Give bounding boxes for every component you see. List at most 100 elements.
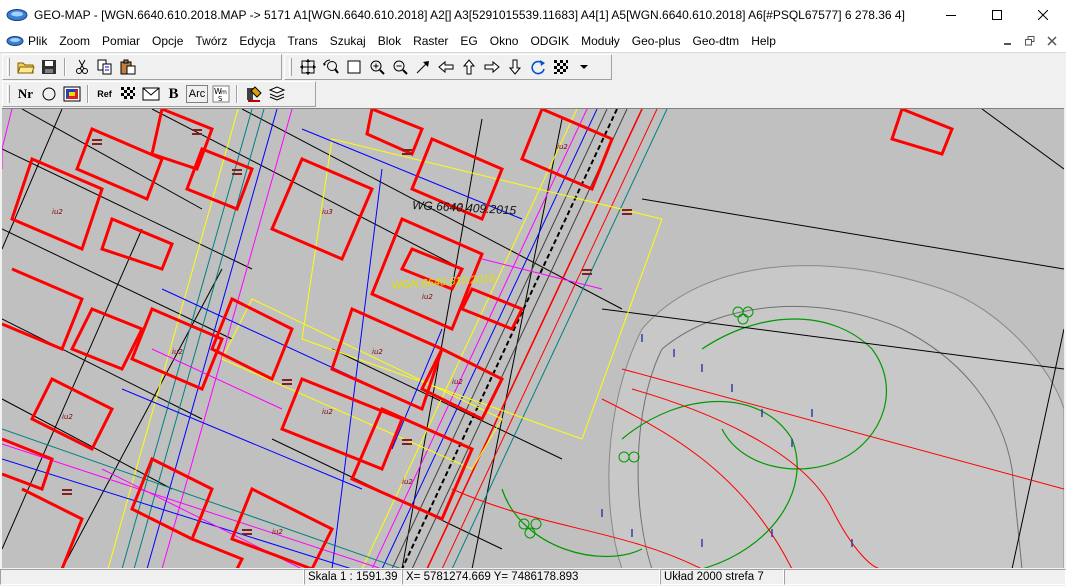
view-toolbar	[284, 54, 612, 80]
toolbar-area: Nr Ref B Arc WmS	[0, 52, 1066, 108]
status-bar: Skala 1 : 1591.39 X= 5781274.669 Y= 7486…	[0, 568, 1066, 586]
dropdown-arrow-icon	[579, 65, 588, 69]
copy-button[interactable]	[93, 56, 116, 78]
zoom-extent-button[interactable]	[296, 56, 319, 78]
status-coordinates: X= 5781274.669 Y= 7486178.893	[402, 569, 660, 585]
menu-blok[interactable]: Blok	[372, 30, 407, 52]
zoom-in-icon	[370, 60, 385, 75]
close-icon	[1047, 36, 1057, 46]
layers-button[interactable]	[265, 83, 288, 105]
menu-tworz[interactable]: Twórz	[189, 30, 233, 52]
menu-geo-plus[interactable]: Geo-plus	[626, 30, 687, 52]
save-icon	[41, 60, 56, 74]
envelope-button[interactable]	[139, 83, 162, 105]
svg-text:S: S	[218, 95, 223, 103]
svg-text:iu2: iu2	[272, 528, 283, 536]
envelope-icon	[142, 87, 159, 101]
menu-pomiar[interactable]: Pomiar	[96, 30, 146, 52]
open-folder-icon	[16, 62, 35, 74]
menu-okno[interactable]: Okno	[484, 30, 525, 52]
title-bar: GEO-MAP - [WGN.6640.610.2018.MAP -> 5171…	[0, 0, 1066, 30]
menu-bar: Plik Zoom Pomiar Opcje Twórz Edycja Tran…	[0, 30, 1066, 52]
close-button[interactable]	[1020, 0, 1066, 30]
menu-help[interactable]: Help	[745, 30, 782, 52]
menu-geo-dtm[interactable]: Geo-dtm	[687, 30, 746, 52]
cut-button[interactable]	[70, 56, 93, 78]
pan-down-button[interactable]	[503, 56, 526, 78]
redraw-button[interactable]	[526, 56, 549, 78]
pan-left-button[interactable]	[434, 56, 457, 78]
redraw-icon	[530, 60, 545, 75]
pan-down-icon	[508, 59, 521, 75]
svg-text:iu2: iu2	[172, 348, 183, 356]
status-extra	[784, 569, 1066, 585]
map-label-2: WGN.6640.610.2018	[391, 273, 496, 292]
menu-edycja[interactable]: Edycja	[233, 30, 281, 52]
zoom-extent-icon	[299, 59, 316, 75]
menu-moduly[interactable]: Moduły	[575, 30, 626, 52]
status-scale: Skala 1 : 1591.39	[304, 569, 402, 585]
pan-up-icon	[462, 59, 475, 75]
pan-up-button[interactable]	[457, 56, 480, 78]
minimize-button[interactable]	[928, 0, 974, 30]
park-area	[608, 265, 1064, 568]
arc-button[interactable]: Arc	[186, 85, 208, 103]
svg-text:iu3: iu3	[322, 208, 333, 216]
toolbar-grip[interactable]	[7, 85, 10, 103]
save-button[interactable]	[37, 56, 60, 78]
toolbar-grip[interactable]	[7, 58, 10, 76]
paste-button[interactable]	[116, 56, 139, 78]
pattern-icon	[553, 60, 568, 74]
point-number-button[interactable]: Nr	[14, 83, 37, 105]
mdi-close-button[interactable]	[1044, 34, 1060, 48]
svg-text:iu2: iu2	[52, 208, 63, 216]
zoom-out-button[interactable]	[388, 56, 411, 78]
reference-button[interactable]: Ref	[93, 83, 116, 105]
layer-tool-button[interactable]	[242, 83, 265, 105]
zoom-back-button[interactable]	[319, 56, 342, 78]
zoom-out-icon	[393, 60, 408, 75]
zoom-in-button[interactable]	[365, 56, 388, 78]
pan-right-button[interactable]	[480, 56, 503, 78]
map-drawing: iu2 iu3iu2 iu2iu2iu2 iu2iu2iu2 iu2iu2iu2 …	[2, 109, 1064, 568]
svg-text:iu2: iu2	[452, 378, 463, 386]
map-canvas[interactable]: iu2 iu3 iu2 iu2 iu2 iu2 iu2 iu2 iu2 iu2 iu2 iu2 …	[2, 108, 1064, 568]
menu-odgik[interactable]: ODGIK	[524, 30, 575, 52]
draw-toolbar: Nr Ref B Arc WmS	[2, 81, 316, 107]
menu-trans[interactable]: Trans	[281, 30, 323, 52]
color-button[interactable]	[60, 83, 83, 105]
pattern-button[interactable]	[549, 56, 572, 78]
maximize-button[interactable]	[974, 0, 1020, 30]
open-button[interactable]	[14, 56, 37, 78]
circle-icon	[42, 87, 55, 101]
menu-eg[interactable]: EG	[454, 30, 483, 52]
wms-button[interactable]: WmS	[209, 83, 232, 105]
bold-button[interactable]: B	[162, 83, 185, 105]
menu-opcje[interactable]: Opcje	[146, 30, 189, 52]
toolbar-grip[interactable]	[289, 58, 292, 76]
circle-button[interactable]	[37, 83, 60, 105]
hatch-button[interactable]	[116, 83, 139, 105]
pan-ne-button[interactable]	[411, 56, 434, 78]
menu-szukaj[interactable]: Szukaj	[324, 30, 372, 52]
menu-zoom[interactable]: Zoom	[53, 30, 96, 52]
mdi-restore-button[interactable]	[1022, 34, 1038, 48]
geomap-logo-icon	[6, 9, 28, 21]
toolbar-separator	[236, 85, 238, 103]
zoom-window-button[interactable]	[342, 56, 365, 78]
mdi-minimize-button[interactable]	[1000, 34, 1016, 48]
hatch-pattern-icon	[120, 87, 135, 99]
close-icon	[1038, 10, 1048, 20]
document-geomap-icon[interactable]	[6, 35, 24, 47]
svg-text:iu2: iu2	[322, 408, 333, 416]
layer-tool-icon	[246, 86, 262, 102]
wms-icon: WmS	[212, 85, 229, 103]
pattern-dropdown-button[interactable]	[572, 56, 595, 78]
menu-raster[interactable]: Raster	[407, 30, 454, 52]
menu-plik[interactable]: Plik	[26, 30, 53, 52]
pan-left-icon	[437, 60, 453, 74]
svg-text:iu2: iu2	[62, 413, 73, 421]
yellow-boundary	[301, 138, 663, 440]
paste-icon	[120, 59, 135, 75]
color-palette-icon	[63, 86, 80, 102]
